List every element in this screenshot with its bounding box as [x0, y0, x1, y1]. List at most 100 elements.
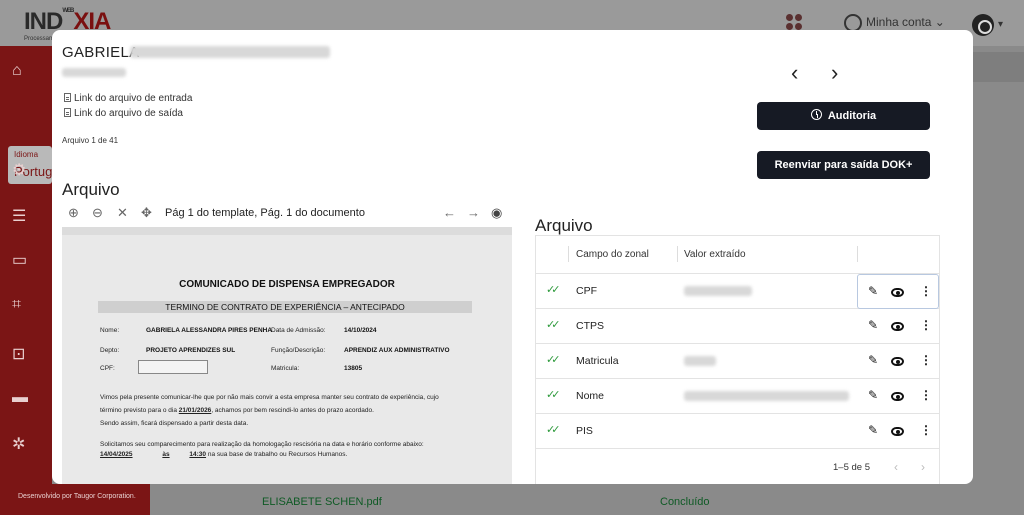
edit-icon[interactable]: ✎ [868, 353, 878, 367]
doc-band: TERMINO DE CONTRATO DE EXPERIÊNCIA – ANT… [98, 301, 472, 313]
eye-icon[interactable] [891, 288, 904, 297]
edit-icon[interactable]: ✎ [868, 388, 878, 402]
document-icon [64, 93, 71, 102]
integration-icon[interactable]: ✲ [12, 434, 25, 454]
row-actions: ✎ ⋮ [857, 274, 939, 309]
page-prev-button[interactable]: ‹ [894, 460, 898, 474]
output-file-link[interactable]: Link do arquivo de saída [64, 108, 183, 119]
header-value[interactable]: Valor extraído [684, 249, 746, 260]
table-row[interactable]: ✓✓ Matricula ✎ ⋮ [536, 344, 939, 379]
fields-title: Arquivo [535, 216, 593, 235]
more-icon[interactable]: ⋮ [920, 284, 932, 298]
document-page: COMUNICADO DE DISPENSA EMPREGADOR TERMIN… [62, 235, 512, 484]
pagination-label: 1–5 de 5 [833, 462, 870, 473]
more-icon[interactable]: ⋮ [920, 423, 932, 437]
doc-dept-label: Depto: [100, 347, 120, 354]
move-icon[interactable]: ✥ [141, 205, 152, 221]
redacted-value [684, 286, 752, 296]
doc-paragraph-3: Solicitamos seu comparecimento para real… [100, 441, 424, 448]
double-check-icon: ✓✓ [546, 389, 561, 401]
eye-icon[interactable] [891, 357, 904, 366]
doc-dept-value: PROJETO APRENDIZES SUL [146, 347, 236, 354]
field-name: CPF [576, 285, 597, 297]
redacted-subtitle [62, 68, 126, 77]
doc-registration-value: 13805 [344, 365, 363, 372]
redacted-value [684, 356, 716, 366]
modal-title: GABRIELA [62, 44, 140, 61]
eye-icon[interactable] [891, 392, 904, 401]
app-logo-subtitle: Processam [24, 36, 55, 42]
background-status: Concluído [660, 496, 710, 508]
zoom-in-icon[interactable]: ⊕ [68, 205, 79, 221]
download-icon[interactable]: ⊡ [12, 344, 25, 364]
page-next-button[interactable]: › [921, 460, 925, 474]
field-name: PIS [576, 425, 593, 437]
row-actions: ✎ ⋮ [858, 309, 940, 344]
table-row[interactable]: ✓✓ CPF ✎ ⋮ [536, 274, 939, 309]
card-icon[interactable]: ▬ [12, 389, 28, 407]
header-field[interactable]: Campo do zonal [576, 249, 649, 260]
list-icon[interactable]: ☰ [12, 206, 26, 226]
zoom-out-icon[interactable]: ⊖ [92, 205, 103, 221]
double-check-icon: ✓✓ [546, 354, 561, 366]
doc-role-value: APRENDIZ AUX ADMINISTRATIVO [344, 347, 450, 354]
viewer-toolbar: ⊕ ⊖ ✕ ✥ Pág 1 do template, Pág. 1 do doc… [62, 204, 512, 224]
more-icon[interactable]: ⋮ [920, 388, 932, 402]
edit-icon[interactable]: ✎ [868, 284, 878, 298]
eye-icon[interactable] [891, 322, 904, 331]
doc-heading: COMUNICADO DE DISPENSA EMPREGADOR [179, 279, 395, 290]
file-counter: Arquivo 1 de 41 [62, 136, 119, 145]
audit-button[interactable]: Auditoria [757, 102, 930, 130]
doc-registration-label: Matricula: [271, 365, 300, 372]
history-icon [810, 109, 822, 120]
background-filename[interactable]: ELISABETE SCHEN.pdf [262, 496, 382, 508]
table-row[interactable]: ✓✓ PIS ✎ ⋮ [536, 414, 939, 449]
eye-icon[interactable] [891, 427, 904, 436]
row-actions: ✎ ⋮ [858, 414, 940, 449]
double-check-icon: ✓✓ [546, 319, 561, 331]
doc-paragraph-4: 14/04/2025 às 14:30 na sua base de traba… [100, 451, 348, 458]
table-row[interactable]: ✓✓ CTPS ✎ ⋮ [536, 309, 939, 344]
more-icon[interactable]: ⋮ [920, 318, 932, 332]
file-detail-modal: GABRIELA Link do arquivo de entrada Link… [52, 30, 973, 484]
next-file-button[interactable]: › [831, 60, 838, 86]
edit-icon[interactable]: ✎ [868, 318, 878, 332]
arrow-left-icon[interactable]: ← [443, 205, 456, 220]
doc-name-label: Nome: [100, 327, 120, 334]
double-check-icon: ✓✓ [546, 284, 561, 296]
fields-table: Campo do zonal Valor extraído ✓✓ CPF ✎ ⋮… [535, 235, 940, 484]
document-viewer[interactable]: COMUNICADO DE DISPENSA EMPREGADOR TERMIN… [62, 227, 512, 484]
row-actions: ✎ ⋮ [858, 379, 940, 414]
doc-paragraph-1b: término previsto para o dia 21/01/2026, … [100, 407, 374, 414]
doc-admission-value: 14/10/2024 [344, 327, 377, 334]
settings-icon[interactable] [972, 14, 994, 36]
cpf-zone-box[interactable] [138, 360, 208, 374]
view-icon[interactable]: ◉ [491, 205, 502, 221]
redacted-title [130, 46, 330, 58]
close-icon[interactable]: ✕ [117, 205, 128, 221]
chip-icon[interactable]: ⚙ [12, 160, 26, 180]
document-icon [64, 108, 71, 117]
doc-admission-label: Data de Admissão: [271, 327, 326, 334]
doc-cpf-label: CPF: [100, 365, 115, 372]
table-row[interactable]: ✓✓ Nome ✎ ⋮ [536, 379, 939, 414]
chevron-down-icon: ⌄ [934, 15, 945, 30]
double-check-icon: ✓✓ [546, 424, 561, 436]
input-file-link[interactable]: Link do arquivo de entrada [64, 93, 192, 104]
home-icon[interactable]: ⌂ [12, 62, 22, 80]
field-name: Matricula [576, 355, 619, 367]
previous-file-button[interactable]: ‹ [791, 60, 798, 86]
arrow-right-icon[interactable]: → [467, 205, 480, 220]
field-name: Nome [576, 390, 605, 402]
sidebar: ⌂ Idioma Portugu ⚙ ☰ ▭ ⌗ ⊡ ▬ ✲ [0, 46, 52, 515]
crop-icon[interactable]: ⌗ [12, 296, 21, 314]
page-label: Pág 1 do template, Pág. 1 do documento [165, 207, 365, 219]
edit-icon[interactable]: ✎ [868, 423, 878, 437]
resend-button[interactable]: Reenviar para saída DOK+ [757, 151, 930, 179]
fields-table-header: Campo do zonal Valor extraído [536, 236, 939, 274]
redacted-value [684, 391, 849, 401]
more-icon[interactable]: ⋮ [920, 353, 932, 367]
folder-icon[interactable]: ▭ [12, 250, 27, 270]
doc-paragraph-2: Sendo assim, ficará dispensado a partir … [100, 420, 249, 427]
viewer-title: Arquivo [62, 180, 120, 199]
